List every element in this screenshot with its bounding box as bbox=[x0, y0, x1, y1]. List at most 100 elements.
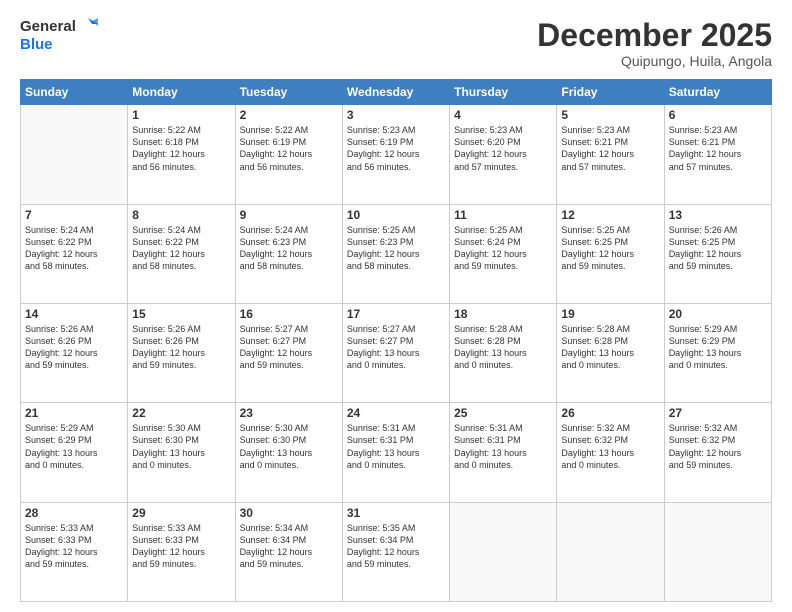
calendar-cell: 9 Sunrise: 5:24 AMSunset: 6:23 PMDayligh… bbox=[235, 204, 342, 303]
month-title: December 2025 bbox=[537, 18, 772, 53]
day-number: 10 bbox=[347, 208, 445, 222]
day-number: 5 bbox=[561, 108, 659, 122]
cell-info: Sunrise: 5:32 AMSunset: 6:32 PMDaylight:… bbox=[669, 422, 767, 471]
weekday-header-wednesday: Wednesday bbox=[342, 80, 449, 105]
calendar-cell bbox=[557, 502, 664, 601]
cell-info: Sunrise: 5:31 AMSunset: 6:31 PMDaylight:… bbox=[454, 422, 552, 471]
calendar-cell: 31 Sunrise: 5:35 AMSunset: 6:34 PMDaylig… bbox=[342, 502, 449, 601]
weekday-header-friday: Friday bbox=[557, 80, 664, 105]
calendar-cell: 12 Sunrise: 5:25 AMSunset: 6:25 PMDaylig… bbox=[557, 204, 664, 303]
cell-info: Sunrise: 5:26 AMSunset: 6:26 PMDaylight:… bbox=[25, 323, 123, 372]
calendar-cell bbox=[21, 105, 128, 204]
calendar-cell: 11 Sunrise: 5:25 AMSunset: 6:24 PMDaylig… bbox=[450, 204, 557, 303]
day-number: 16 bbox=[240, 307, 338, 321]
day-number: 2 bbox=[240, 108, 338, 122]
logo-general: General bbox=[20, 18, 76, 35]
calendar-cell: 5 Sunrise: 5:23 AMSunset: 6:21 PMDayligh… bbox=[557, 105, 664, 204]
weekday-header-thursday: Thursday bbox=[450, 80, 557, 105]
cell-info: Sunrise: 5:31 AMSunset: 6:31 PMDaylight:… bbox=[347, 422, 445, 471]
cell-info: Sunrise: 5:34 AMSunset: 6:34 PMDaylight:… bbox=[240, 522, 338, 571]
day-number: 30 bbox=[240, 506, 338, 520]
cell-info: Sunrise: 5:35 AMSunset: 6:34 PMDaylight:… bbox=[347, 522, 445, 571]
cell-info: Sunrise: 5:26 AMSunset: 6:25 PMDaylight:… bbox=[669, 224, 767, 273]
calendar-cell: 27 Sunrise: 5:32 AMSunset: 6:32 PMDaylig… bbox=[664, 403, 771, 502]
day-number: 4 bbox=[454, 108, 552, 122]
cell-info: Sunrise: 5:29 AMSunset: 6:29 PMDaylight:… bbox=[25, 422, 123, 471]
week-row-2: 7 Sunrise: 5:24 AMSunset: 6:22 PMDayligh… bbox=[21, 204, 772, 303]
calendar-cell: 16 Sunrise: 5:27 AMSunset: 6:27 PMDaylig… bbox=[235, 303, 342, 402]
cell-info: Sunrise: 5:25 AMSunset: 6:23 PMDaylight:… bbox=[347, 224, 445, 273]
cell-info: Sunrise: 5:22 AMSunset: 6:19 PMDaylight:… bbox=[240, 124, 338, 173]
cell-info: Sunrise: 5:24 AMSunset: 6:23 PMDaylight:… bbox=[240, 224, 338, 273]
week-row-5: 28 Sunrise: 5:33 AMSunset: 6:33 PMDaylig… bbox=[21, 502, 772, 601]
cell-info: Sunrise: 5:27 AMSunset: 6:27 PMDaylight:… bbox=[240, 323, 338, 372]
header: General Blue December 2025 Quipungo, Hui… bbox=[20, 18, 772, 69]
calendar-table: SundayMondayTuesdayWednesdayThursdayFrid… bbox=[20, 79, 772, 602]
day-number: 14 bbox=[25, 307, 123, 321]
logo-blue: Blue bbox=[20, 36, 53, 53]
logo-bird-icon bbox=[78, 16, 98, 36]
calendar-cell: 6 Sunrise: 5:23 AMSunset: 6:21 PMDayligh… bbox=[664, 105, 771, 204]
cell-info: Sunrise: 5:29 AMSunset: 6:29 PMDaylight:… bbox=[669, 323, 767, 372]
day-number: 26 bbox=[561, 406, 659, 420]
title-block: December 2025 Quipungo, Huila, Angola bbox=[537, 18, 772, 69]
weekday-header-row: SundayMondayTuesdayWednesdayThursdayFrid… bbox=[21, 80, 772, 105]
calendar-cell: 3 Sunrise: 5:23 AMSunset: 6:19 PMDayligh… bbox=[342, 105, 449, 204]
day-number: 23 bbox=[240, 406, 338, 420]
day-number: 1 bbox=[132, 108, 230, 122]
cell-info: Sunrise: 5:23 AMSunset: 6:21 PMDaylight:… bbox=[669, 124, 767, 173]
calendar-cell: 4 Sunrise: 5:23 AMSunset: 6:20 PMDayligh… bbox=[450, 105, 557, 204]
weekday-header-saturday: Saturday bbox=[664, 80, 771, 105]
day-number: 28 bbox=[25, 506, 123, 520]
day-number: 29 bbox=[132, 506, 230, 520]
day-number: 15 bbox=[132, 307, 230, 321]
cell-info: Sunrise: 5:32 AMSunset: 6:32 PMDaylight:… bbox=[561, 422, 659, 471]
calendar-cell bbox=[450, 502, 557, 601]
calendar-cell: 26 Sunrise: 5:32 AMSunset: 6:32 PMDaylig… bbox=[557, 403, 664, 502]
calendar-cell: 28 Sunrise: 5:33 AMSunset: 6:33 PMDaylig… bbox=[21, 502, 128, 601]
cell-info: Sunrise: 5:33 AMSunset: 6:33 PMDaylight:… bbox=[25, 522, 123, 571]
day-number: 17 bbox=[347, 307, 445, 321]
day-number: 22 bbox=[132, 406, 230, 420]
cell-info: Sunrise: 5:26 AMSunset: 6:26 PMDaylight:… bbox=[132, 323, 230, 372]
cell-info: Sunrise: 5:25 AMSunset: 6:24 PMDaylight:… bbox=[454, 224, 552, 273]
calendar-cell: 22 Sunrise: 5:30 AMSunset: 6:30 PMDaylig… bbox=[128, 403, 235, 502]
week-row-4: 21 Sunrise: 5:29 AMSunset: 6:29 PMDaylig… bbox=[21, 403, 772, 502]
day-number: 27 bbox=[669, 406, 767, 420]
cell-info: Sunrise: 5:23 AMSunset: 6:20 PMDaylight:… bbox=[454, 124, 552, 173]
cell-info: Sunrise: 5:33 AMSunset: 6:33 PMDaylight:… bbox=[132, 522, 230, 571]
day-number: 3 bbox=[347, 108, 445, 122]
week-row-1: 1 Sunrise: 5:22 AMSunset: 6:18 PMDayligh… bbox=[21, 105, 772, 204]
day-number: 24 bbox=[347, 406, 445, 420]
calendar-cell: 8 Sunrise: 5:24 AMSunset: 6:22 PMDayligh… bbox=[128, 204, 235, 303]
weekday-header-sunday: Sunday bbox=[21, 80, 128, 105]
cell-info: Sunrise: 5:23 AMSunset: 6:21 PMDaylight:… bbox=[561, 124, 659, 173]
calendar-cell: 20 Sunrise: 5:29 AMSunset: 6:29 PMDaylig… bbox=[664, 303, 771, 402]
calendar-cell: 19 Sunrise: 5:28 AMSunset: 6:28 PMDaylig… bbox=[557, 303, 664, 402]
calendar-cell: 17 Sunrise: 5:27 AMSunset: 6:27 PMDaylig… bbox=[342, 303, 449, 402]
calendar-cell: 25 Sunrise: 5:31 AMSunset: 6:31 PMDaylig… bbox=[450, 403, 557, 502]
calendar-cell: 2 Sunrise: 5:22 AMSunset: 6:19 PMDayligh… bbox=[235, 105, 342, 204]
calendar-cell: 10 Sunrise: 5:25 AMSunset: 6:23 PMDaylig… bbox=[342, 204, 449, 303]
cell-info: Sunrise: 5:25 AMSunset: 6:25 PMDaylight:… bbox=[561, 224, 659, 273]
day-number: 31 bbox=[347, 506, 445, 520]
calendar-cell: 18 Sunrise: 5:28 AMSunset: 6:28 PMDaylig… bbox=[450, 303, 557, 402]
cell-info: Sunrise: 5:30 AMSunset: 6:30 PMDaylight:… bbox=[240, 422, 338, 471]
cell-info: Sunrise: 5:22 AMSunset: 6:18 PMDaylight:… bbox=[132, 124, 230, 173]
cell-info: Sunrise: 5:24 AMSunset: 6:22 PMDaylight:… bbox=[132, 224, 230, 273]
day-number: 7 bbox=[25, 208, 123, 222]
location-subtitle: Quipungo, Huila, Angola bbox=[537, 53, 772, 69]
calendar-cell: 7 Sunrise: 5:24 AMSunset: 6:22 PMDayligh… bbox=[21, 204, 128, 303]
day-number: 20 bbox=[669, 307, 767, 321]
calendar-cell: 29 Sunrise: 5:33 AMSunset: 6:33 PMDaylig… bbox=[128, 502, 235, 601]
cell-info: Sunrise: 5:27 AMSunset: 6:27 PMDaylight:… bbox=[347, 323, 445, 372]
page: General Blue December 2025 Quipungo, Hui… bbox=[0, 0, 792, 612]
calendar-cell: 24 Sunrise: 5:31 AMSunset: 6:31 PMDaylig… bbox=[342, 403, 449, 502]
cell-info: Sunrise: 5:30 AMSunset: 6:30 PMDaylight:… bbox=[132, 422, 230, 471]
day-number: 13 bbox=[669, 208, 767, 222]
weekday-header-monday: Monday bbox=[128, 80, 235, 105]
cell-info: Sunrise: 5:28 AMSunset: 6:28 PMDaylight:… bbox=[561, 323, 659, 372]
day-number: 12 bbox=[561, 208, 659, 222]
day-number: 18 bbox=[454, 307, 552, 321]
calendar-cell: 13 Sunrise: 5:26 AMSunset: 6:25 PMDaylig… bbox=[664, 204, 771, 303]
